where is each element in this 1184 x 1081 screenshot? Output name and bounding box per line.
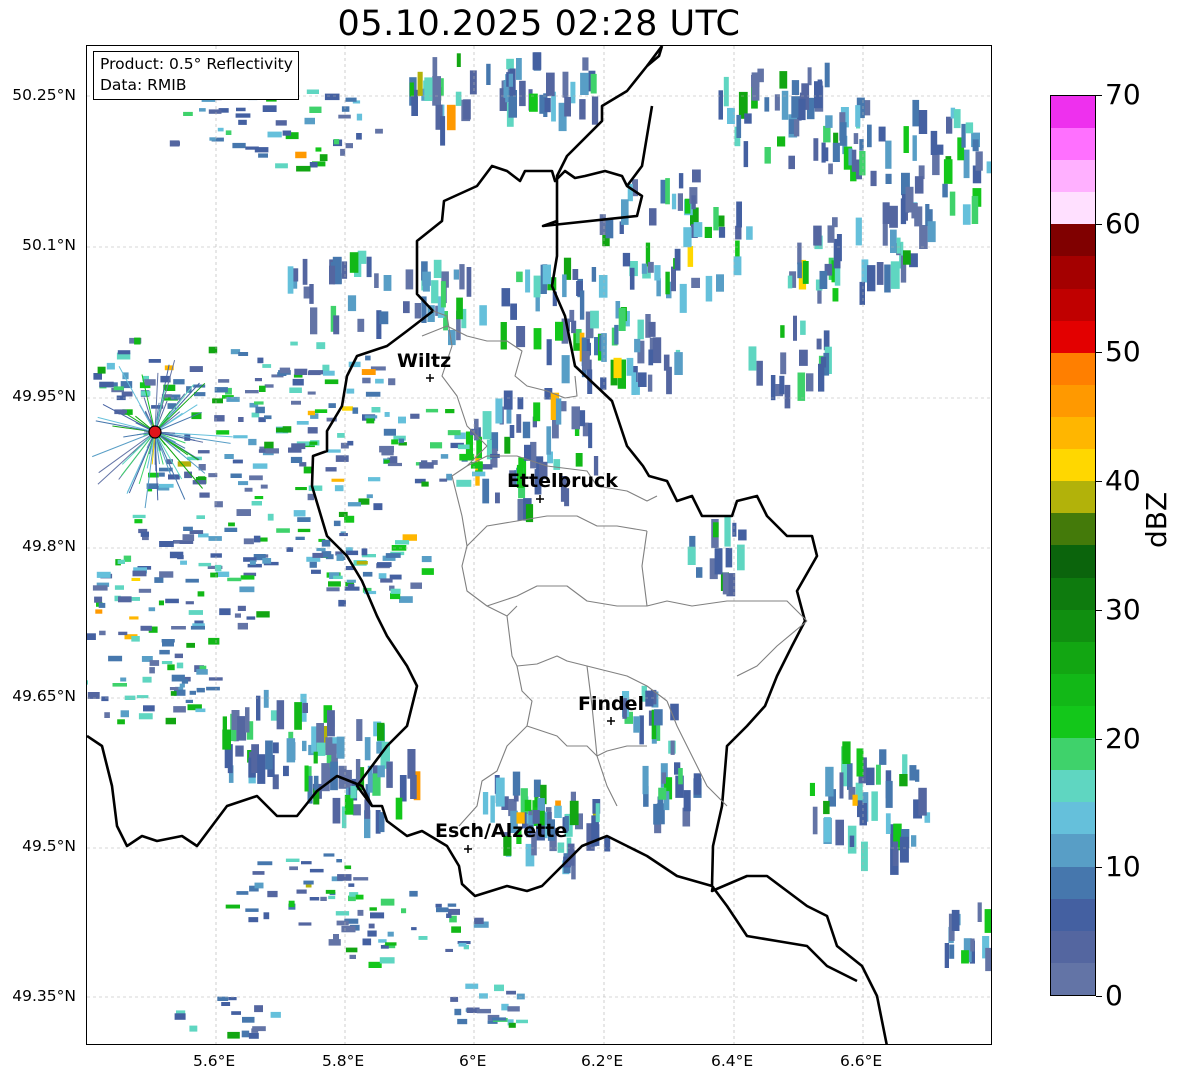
colorbar-step-7 <box>1051 738 1095 771</box>
data-source-label: Data: RMIB <box>100 76 187 94</box>
radar-echo-layer <box>87 52 991 1039</box>
colorbar-label-20: 20 <box>1105 722 1141 755</box>
lat-label-49-5: 49.5°N <box>22 837 76 855</box>
lat-label-50-1: 50.1°N <box>22 236 76 254</box>
colorbar-step-3 <box>1051 866 1095 899</box>
colorbar-step-15 <box>1051 481 1095 514</box>
colorbar-step-25 <box>1051 160 1095 193</box>
lat-label-49-95: 49.95°N <box>12 387 76 405</box>
colorbar-label-60: 60 <box>1105 207 1141 240</box>
colorbar-tick-40 <box>1096 481 1102 482</box>
colorbar-step-19 <box>1051 352 1095 385</box>
map-canvas[interactable] <box>87 46 992 1045</box>
border-ourtal <box>625 105 654 187</box>
city-marker-findel <box>607 717 615 725</box>
border-france-germany <box>710 874 888 1044</box>
city-label-findel: Findel <box>578 693 645 715</box>
map-gridlines <box>87 46 991 1044</box>
lat-label-49-35: 49.35°N <box>12 987 76 1005</box>
city-marker-esch-alzette <box>464 845 472 853</box>
colorbar-step-0 <box>1051 962 1095 995</box>
lon-label-6-2: 6.2°E <box>581 1052 624 1070</box>
colorbar-step-6 <box>1051 770 1095 803</box>
colorbar-step-23 <box>1051 224 1095 257</box>
product-label: Product: 0.5° Reflectivity <box>100 55 293 73</box>
lon-label-5-6: 5.6°E <box>193 1052 236 1070</box>
canton-line-7 <box>736 620 808 677</box>
city-label-wiltz: Wiltz <box>397 350 452 372</box>
city-label-ettelbruck: Ettelbruck <box>507 470 618 492</box>
colorbar-label-0: 0 <box>1105 979 1123 1012</box>
colorbar-label-40: 40 <box>1105 464 1141 497</box>
lon-label-5-8: 5.8°E <box>322 1052 365 1070</box>
city-marker-ettelbruck <box>536 495 544 503</box>
map-title: 05.10.2025 02:28 UTC <box>337 4 741 44</box>
border-layer <box>87 46 888 1044</box>
colorbar-tick-20 <box>1096 739 1102 740</box>
marker-layer <box>148 374 615 853</box>
colorbar-step-8 <box>1051 706 1095 739</box>
colorbar-tick-0 <box>1096 996 1102 997</box>
lat-label-49-65: 49.65°N <box>12 687 76 705</box>
colorbar-step-22 <box>1051 256 1095 289</box>
canton-redange <box>466 515 648 547</box>
colorbar-step-21 <box>1051 288 1095 321</box>
colorbar-step-5 <box>1051 802 1095 835</box>
colorbar-label-70: 70 <box>1105 78 1141 111</box>
colorbar-step-4 <box>1051 834 1095 867</box>
radar-map[interactable] <box>86 45 992 1045</box>
colorbar-tick-70 <box>1096 95 1102 96</box>
lat-label-49-8: 49.8°N <box>22 537 76 555</box>
colorbar-title: dBZ <box>1140 491 1173 548</box>
colorbar-tick-60 <box>1096 224 1102 225</box>
colorbar-step-12 <box>1051 577 1095 610</box>
canton-line-6 <box>586 665 618 807</box>
colorbar-tick-30 <box>1096 610 1102 611</box>
lon-label-6-4: 6.4°E <box>711 1052 754 1070</box>
city-label-esch-alzette: Esch/Alzette <box>435 820 568 842</box>
colorbar-step-27 <box>1051 95 1095 129</box>
colorbar-label-50: 50 <box>1105 335 1141 368</box>
colorbar-step-18 <box>1051 384 1095 418</box>
colorbar-step-20 <box>1051 320 1095 353</box>
city-marker-wiltz <box>426 374 434 382</box>
colorbar-step-16 <box>1051 449 1095 482</box>
product-info-box: Product: 0.5° Reflectivity Data: RMIB <box>93 51 299 100</box>
dbz-colorbar <box>1050 95 1096 996</box>
colorbar-step-17 <box>1051 417 1095 450</box>
colorbar-tick-10 <box>1096 867 1102 868</box>
canton-esch <box>526 725 647 757</box>
colorbar-label-10: 10 <box>1105 850 1141 883</box>
colorbar-step-14 <box>1051 513 1095 546</box>
lat-label-50-25: 50.25°N <box>12 86 76 104</box>
colorbar-label-30: 30 <box>1105 593 1141 626</box>
colorbar-step-1 <box>1051 930 1095 963</box>
colorbar-step-13 <box>1051 545 1095 578</box>
lon-label-6: 6°E <box>459 1052 487 1070</box>
colorbar-step-10 <box>1051 641 1095 674</box>
colorbar-step-2 <box>1051 898 1095 931</box>
lon-label-6-6: 6.6°E <box>840 1052 883 1070</box>
colorbar-tick-50 <box>1096 352 1102 353</box>
colorbar-step-11 <box>1051 609 1095 642</box>
colorbar-step-24 <box>1051 192 1095 225</box>
colorbar-step-26 <box>1051 128 1095 161</box>
radar-site-marker <box>148 425 162 439</box>
canton-grevenmacher <box>641 530 648 607</box>
colorbar-step-9 <box>1051 673 1095 707</box>
